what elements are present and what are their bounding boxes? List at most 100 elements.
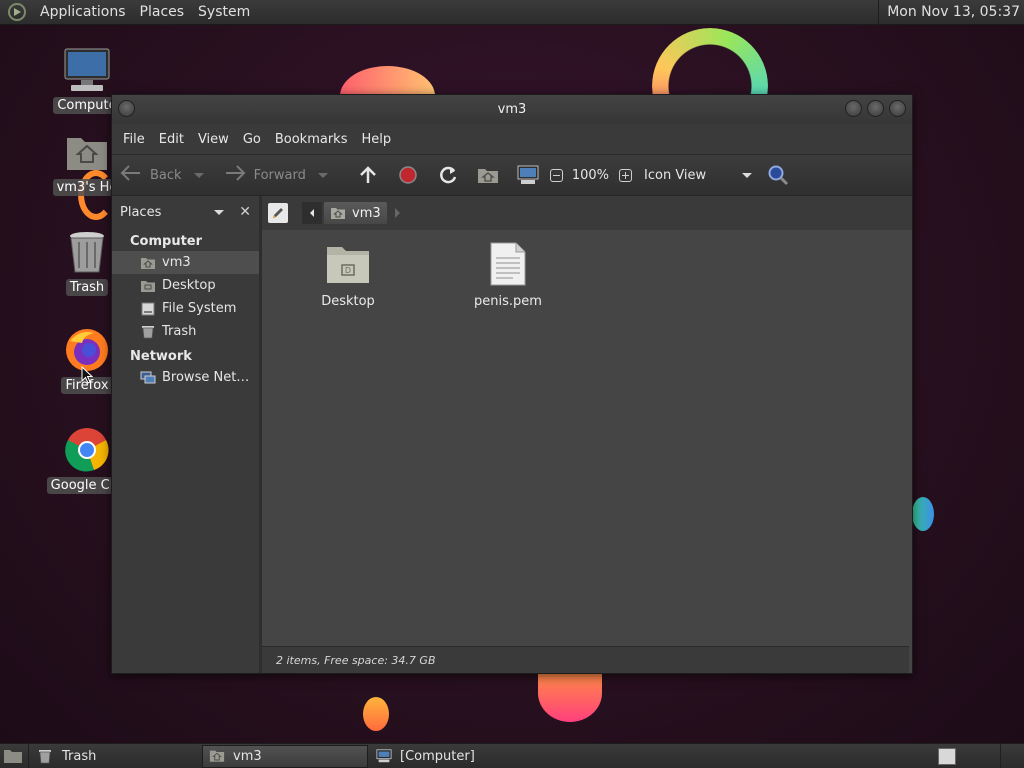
text-file-icon: [484, 240, 532, 288]
menu-bookmarks[interactable]: Bookmarks: [268, 132, 355, 147]
window-body: Places ✕ Computer vm3 Desktop File Syste…: [112, 196, 912, 673]
sidebar-item-label: vm3: [162, 255, 191, 270]
zoom-in-icon[interactable]: [619, 168, 633, 182]
wallpaper-teal-shape: [912, 497, 934, 531]
taskbar-item-label: Trash: [62, 748, 97, 764]
trash-icon: [140, 324, 156, 340]
minimize-button[interactable]: [845, 100, 862, 117]
sidebar-item-label: Desktop: [162, 278, 216, 293]
window-menu-button[interactable]: [118, 100, 135, 117]
folder-icon: D: [324, 240, 372, 288]
back-arrow-icon: [120, 165, 142, 185]
file-manager-window: vm3 File Edit View Go Bookmarks Help Bac…: [111, 94, 913, 674]
clock[interactable]: Mon Nov 13, 05:37: [878, 0, 1024, 25]
sidebar-item-label: File System: [162, 301, 237, 316]
system-menu[interactable]: System: [191, 4, 257, 20]
panel-separator: [1000, 744, 1001, 768]
zoom-out-icon[interactable]: [549, 168, 563, 182]
sidebar-item-browse-network[interactable]: Browse Net…: [112, 366, 259, 389]
taskbar-item-computer[interactable]: [Computer]: [370, 745, 536, 768]
breadcrumb-label: vm3: [352, 205, 381, 221]
breadcrumb[interactable]: vm3: [324, 202, 387, 224]
file-name: Desktop: [321, 294, 375, 309]
menu-go[interactable]: Go: [236, 132, 268, 147]
file-name: penis.pem: [474, 294, 542, 309]
taskbar-item-label: vm3: [233, 748, 262, 764]
pathbar-scroll-left-icon[interactable]: [302, 202, 322, 224]
file-item-penis-pem[interactable]: penis.pem: [458, 240, 558, 309]
zoom-level: 100%: [571, 167, 610, 183]
menubar: File Edit View Go Bookmarks Help: [112, 124, 912, 154]
back-history-dropdown[interactable]: [193, 172, 204, 178]
menu-file[interactable]: File: [116, 132, 152, 147]
search-icon[interactable]: [766, 163, 790, 187]
sidebar-item-file-system[interactable]: File System: [112, 297, 259, 320]
back-button[interactable]: Back: [120, 165, 218, 185]
sidebar-item-label: Trash: [162, 324, 197, 339]
sidebar-item-vm3[interactable]: vm3: [112, 251, 259, 274]
taskbar-item-trash[interactable]: Trash: [32, 745, 198, 768]
bottom-panel: Trash vm3 [Computer]: [0, 743, 1024, 768]
show-desktop-icon[interactable]: [3, 745, 25, 767]
sidebar-type-label: Places: [120, 204, 162, 220]
desktop-icon-label: Trash: [65, 279, 109, 296]
forward-arrow-icon: [224, 165, 246, 185]
window-title: vm3: [497, 102, 527, 117]
edit-location-icon[interactable]: [268, 203, 288, 223]
forward-history-dropdown[interactable]: [317, 172, 328, 178]
places-menu[interactable]: Places: [133, 4, 192, 20]
drive-icon: [140, 301, 156, 317]
home-icon[interactable]: [476, 163, 500, 187]
computer-icon[interactable]: [516, 163, 540, 187]
chrome-icon: [63, 426, 111, 474]
back-label: Back: [150, 167, 182, 183]
trash-icon: [38, 748, 54, 764]
sidebar: Places ✕ Computer vm3 Desktop File Syste…: [112, 196, 262, 673]
pathbar-scroll-right-icon[interactable]: [394, 208, 400, 218]
forward-label: Forward: [253, 167, 306, 183]
sidebar-item-label: Browse Net…: [162, 370, 250, 385]
view-mode-select[interactable]: Icon View: [644, 167, 753, 183]
stop-icon[interactable]: [396, 163, 420, 187]
wallpaper-orange-small-shape: [363, 697, 389, 731]
home-icon: [330, 206, 346, 220]
distro-logo-icon[interactable]: [7, 2, 27, 22]
sidebar-header: Places ✕: [112, 196, 259, 228]
desktop-folder-icon: [140, 278, 156, 294]
close-button[interactable]: [889, 100, 906, 117]
computer-icon: [63, 46, 111, 94]
workspace-switcher[interactable]: [938, 748, 956, 765]
sidebar-heading-network: Network: [130, 349, 192, 364]
sidebar-type-select[interactable]: Places: [117, 201, 228, 223]
up-arrow-icon[interactable]: [356, 163, 380, 187]
sidebar-item-desktop[interactable]: Desktop: [112, 274, 259, 297]
computer-icon: [376, 748, 392, 764]
network-icon: [140, 370, 156, 386]
chevron-down-icon: [214, 209, 225, 215]
file-item-desktop[interactable]: D Desktop: [298, 240, 398, 309]
reload-icon[interactable]: [436, 163, 460, 187]
sidebar-heading-computer: Computer: [130, 234, 203, 249]
panel-separator: [28, 744, 29, 768]
toolbar: Back Forward 100% Icon View: [112, 154, 912, 196]
home-folder-icon: [63, 128, 111, 176]
applications-menu[interactable]: Applications: [33, 4, 133, 20]
sidebar-item-trash[interactable]: Trash: [112, 320, 259, 343]
menu-view[interactable]: View: [191, 132, 236, 147]
view-mode-label: Icon View: [644, 167, 707, 183]
maximize-button[interactable]: [867, 100, 884, 117]
menu-edit[interactable]: Edit: [152, 132, 191, 147]
main-pane: vm3 D Desktop penis.pem 2 items, Free sp…: [262, 196, 912, 673]
chevron-down-icon: [742, 172, 753, 178]
close-sidebar-icon[interactable]: ✕: [236, 203, 254, 221]
home-icon: [140, 255, 156, 271]
trash-icon: [63, 228, 111, 276]
location-bar: vm3: [262, 196, 912, 230]
mouse-cursor-icon: [81, 366, 93, 384]
taskbar-item-vm3[interactable]: vm3: [202, 744, 368, 768]
top-panel: Applications Places System Mon Nov 13, 0…: [0, 0, 1024, 25]
forward-button[interactable]: Forward: [224, 165, 342, 185]
svg-text:D: D: [345, 266, 351, 275]
window-titlebar[interactable]: vm3: [112, 95, 912, 124]
menu-help[interactable]: Help: [354, 132, 398, 147]
